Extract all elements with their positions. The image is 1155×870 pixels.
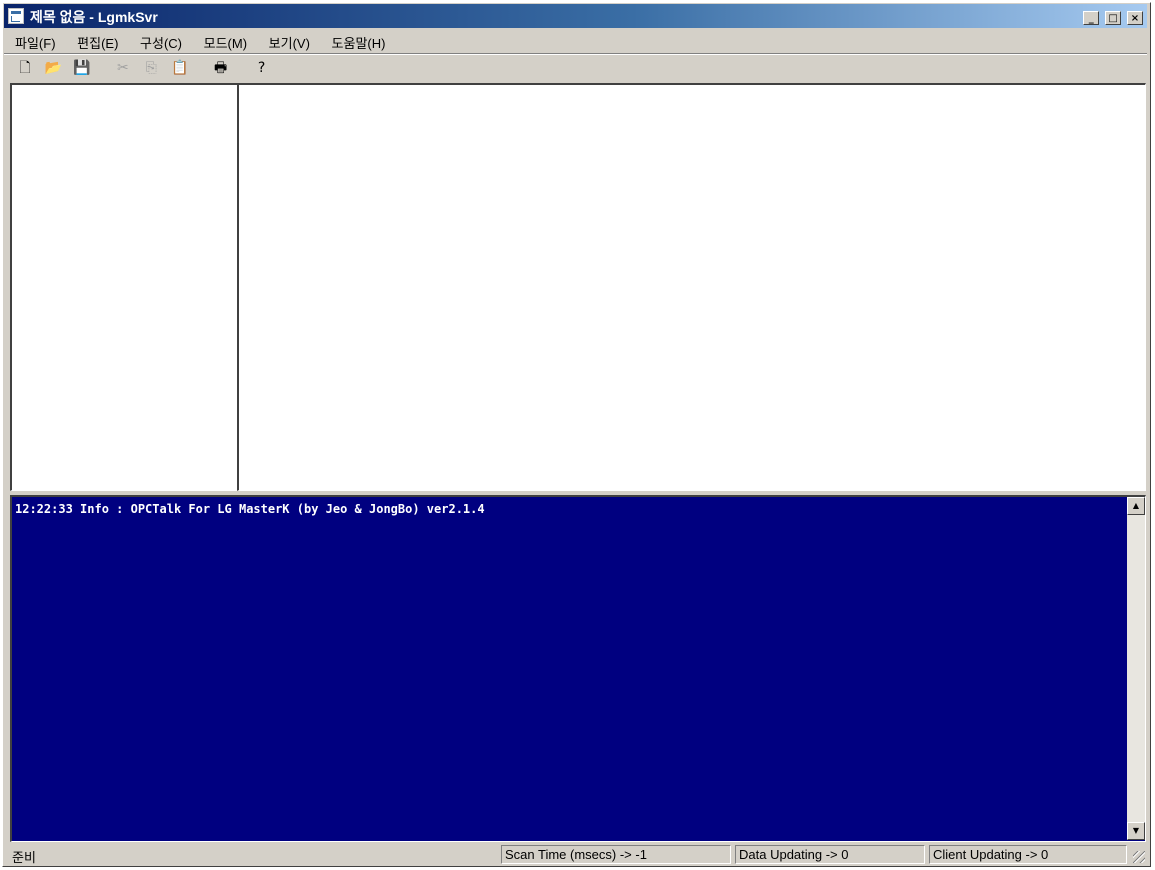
toolbar-divider xyxy=(4,53,1147,55)
log-scrollbar[interactable]: ▲ ▼ xyxy=(1127,497,1145,840)
print-icon[interactable]: 🖶 xyxy=(210,57,232,79)
paste-icon[interactable]: 📋 xyxy=(169,57,191,79)
window-controls: _ □ × xyxy=(1081,8,1143,25)
scan-time-panel: Scan Time (msecs) -> -1 xyxy=(501,845,731,864)
status-ready-text: 준비 xyxy=(12,850,36,865)
menu-file[interactable]: 파일(F) xyxy=(6,30,65,54)
save-icon[interactable]: 💾 xyxy=(71,57,93,79)
menu-config[interactable]: 구성(C) xyxy=(131,30,191,54)
minimize-button[interactable]: _ xyxy=(1083,11,1100,25)
menu-bar: 파일(F) 편집(E) 구성(C) 모드(M) 보기(V) 도움말(H) xyxy=(6,30,394,52)
open-folder-icon[interactable]: 📂 xyxy=(42,57,64,79)
scroll-up-button[interactable]: ▲ xyxy=(1127,497,1145,515)
item-list-pane[interactable] xyxy=(237,83,1146,491)
status-bar: 준비 Scan Time (msecs) -> -1 Data Updating… xyxy=(4,845,1147,865)
scroll-down-button[interactable]: ▼ xyxy=(1127,822,1145,840)
new-file-icon[interactable]: 🗋 xyxy=(14,57,36,79)
log-pane[interactable]: 12:22:33 Info : OPCTalk For LG MasterK (… xyxy=(10,495,1146,842)
window-title: 제목 없음 - LgmkSvr xyxy=(30,9,158,25)
client-updating-panel: Client Updating -> 0 xyxy=(929,845,1127,864)
title-bar[interactable]: 제목 없음 - LgmkSvr _ □ × xyxy=(4,4,1147,28)
help-icon[interactable]: ? xyxy=(251,57,273,79)
copy-icon[interactable]: ⎘ xyxy=(140,57,162,79)
resize-grip[interactable] xyxy=(1133,851,1145,863)
cut-icon[interactable]: ✂ xyxy=(112,57,134,79)
close-button[interactable]: × xyxy=(1127,11,1143,25)
toolbar: 🗋 📂 💾 ✂ ⎘ 📋 🖶 ? xyxy=(14,57,275,81)
tree-pane[interactable] xyxy=(10,83,239,491)
data-updating-panel: Data Updating -> 0 xyxy=(735,845,925,864)
app-icon[interactable] xyxy=(8,8,24,24)
menu-help[interactable]: 도움말(H) xyxy=(323,30,395,54)
menu-edit[interactable]: 편집(E) xyxy=(68,30,127,54)
menu-mode[interactable]: 모드(M) xyxy=(195,30,256,54)
log-line: 12:22:33 Info : OPCTalk For LG MasterK (… xyxy=(15,502,485,516)
menu-view[interactable]: 보기(V) xyxy=(260,30,319,54)
maximize-button[interactable]: □ xyxy=(1105,11,1122,25)
